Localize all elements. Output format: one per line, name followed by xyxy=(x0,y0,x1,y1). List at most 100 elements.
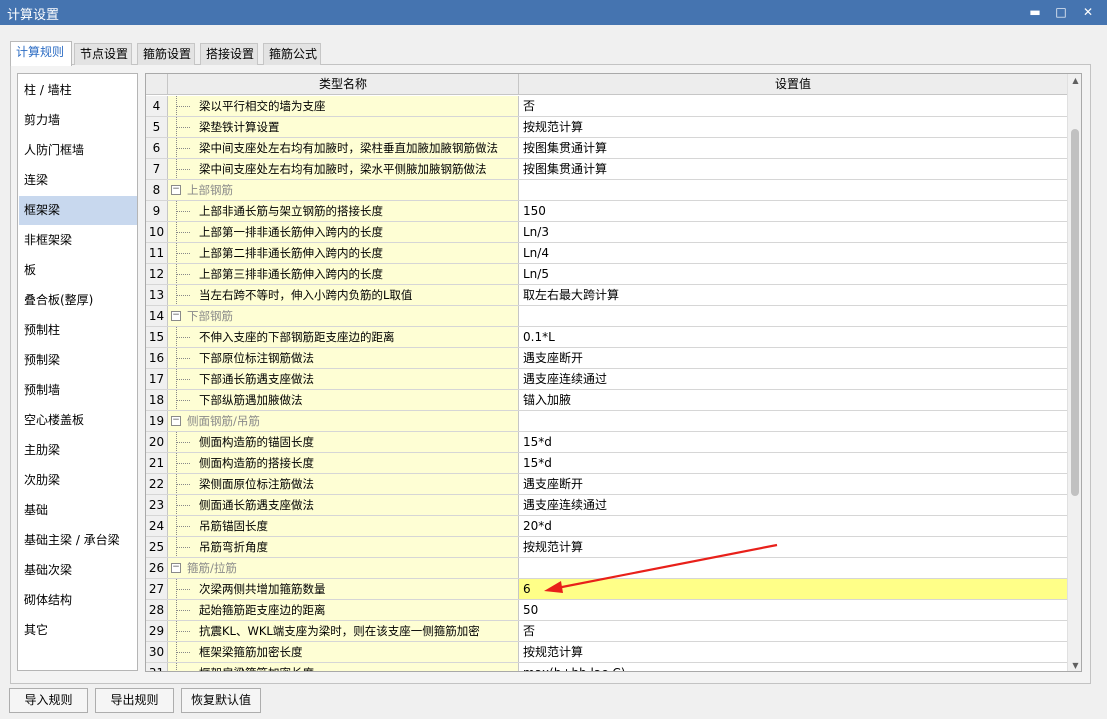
sidebar-item-precast-beam[interactable]: 预制梁 xyxy=(19,346,137,375)
table-row[interactable]: 31 框架扁梁箍筋加密长度 max(b+hb,lae,C) xyxy=(146,663,1067,671)
tab-node-settings[interactable]: 节点设置 xyxy=(74,43,132,65)
table-row[interactable]: 30 框架梁箍筋加密长度 按规范计算 xyxy=(146,642,1067,663)
setting-value-cell[interactable]: Ln/4 xyxy=(519,243,1067,263)
scroll-up-icon[interactable]: ▲ xyxy=(1068,74,1081,88)
sidebar-item-other[interactable]: 其它 xyxy=(19,616,137,645)
collapse-icon[interactable]: − xyxy=(171,185,181,195)
column-header-type-name[interactable]: 类型名称 xyxy=(168,74,519,95)
table-row[interactable]: 7 梁中间支座处左右均有加腋时，梁水平侧腋加腋钢筋做法 按图集贯通计算 xyxy=(146,159,1067,180)
tab-lap-settings[interactable]: 搭接设置 xyxy=(200,43,258,65)
group-row[interactable]: 26− 箍筋/拉筋 xyxy=(146,558,1067,579)
table-row[interactable]: 28 起始箍筋距支座边的距离 50 xyxy=(146,600,1067,621)
setting-value-cell[interactable]: 按规范计算 xyxy=(519,537,1067,557)
sidebar-item-foundation[interactable]: 基础 xyxy=(19,496,137,525)
minimize-icon[interactable]: ▬ xyxy=(1022,0,1048,25)
group-row[interactable]: 14− 下部钢筋 xyxy=(146,306,1067,327)
setting-value-cell[interactable]: 150 xyxy=(519,201,1067,221)
table-row[interactable]: 23 侧面通长筋遇支座做法 遇支座连续通过 xyxy=(146,495,1067,516)
table-row[interactable]: 25 吊筋弯折角度 按规范计算 xyxy=(146,537,1067,558)
setting-value-cell[interactable]: 20*d xyxy=(519,516,1067,536)
setting-value-cell[interactable]: 50 xyxy=(519,600,1067,620)
setting-value-cell[interactable]: Ln/3 xyxy=(519,222,1067,242)
table-row[interactable]: 18 下部纵筋遇加腋做法 锚入加腋 xyxy=(146,390,1067,411)
table-row[interactable]: 9 上部非通长筋与架立钢筋的搭接长度 150 xyxy=(146,201,1067,222)
sidebar-item-main-rib-beam[interactable]: 主肋梁 xyxy=(19,436,137,465)
setting-value-cell[interactable]: 否 xyxy=(519,96,1067,116)
row-type-name-cell: 吊筋锚固长度 xyxy=(168,516,519,536)
setting-value-cell[interactable]: 遇支座断开 xyxy=(519,474,1067,494)
export-rules-button[interactable]: 导出规则 xyxy=(95,688,174,713)
group-row[interactable]: 8− 上部钢筋 xyxy=(146,180,1067,201)
table-row[interactable]: 21 侧面构造筋的搭接长度 15*d xyxy=(146,453,1067,474)
table-row[interactable]: 22 梁侧面原位标注筋做法 遇支座断开 xyxy=(146,474,1067,495)
setting-value-cell[interactable]: 遇支座连续通过 xyxy=(519,369,1067,389)
sidebar-item-slab[interactable]: 板 xyxy=(19,256,137,285)
setting-value-cell[interactable]: 否 xyxy=(519,621,1067,641)
setting-value-cell[interactable]: 取左右最大跨计算 xyxy=(519,285,1067,305)
collapse-icon[interactable]: − xyxy=(171,416,181,426)
group-row[interactable]: 19− 侧面钢筋/吊筋 xyxy=(146,411,1067,432)
column-header-setting-value[interactable]: 设置值 xyxy=(519,74,1067,95)
table-row[interactable]: 27 次梁两侧共增加箍筋数量 6 xyxy=(146,579,1067,600)
table-row[interactable]: 13 当左右跨不等时，伸入小跨内负筋的L取值 取左右最大跨计算 xyxy=(146,285,1067,306)
row-number: 25 xyxy=(146,537,168,557)
sidebar-item-column[interactable]: 柱 / 墙柱 xyxy=(19,76,137,105)
table-row[interactable]: 6 梁中间支座处左右均有加腋时，梁柱垂直加腋加腋钢筋做法 按图集贯通计算 xyxy=(146,138,1067,159)
setting-value-cell[interactable]: 按图集贯通计算 xyxy=(519,138,1067,158)
table-row[interactable]: 4 梁以平行相交的墙为支座 否 xyxy=(146,96,1067,117)
restore-defaults-button[interactable]: 恢复默认值 xyxy=(181,688,261,713)
sidebar-item-precast-wall[interactable]: 预制墙 xyxy=(19,376,137,405)
setting-value-cell[interactable]: 遇支座连续通过 xyxy=(519,495,1067,515)
scroll-down-icon[interactable]: ▼ xyxy=(1068,659,1081,671)
table-row[interactable]: 17 下部通长筋遇支座做法 遇支座连续通过 xyxy=(146,369,1067,390)
sidebar-item-foundation-main-beam[interactable]: 基础主梁 / 承台梁 xyxy=(19,526,137,555)
close-icon[interactable]: ✕ xyxy=(1075,0,1101,25)
row-type-name-cell: 起始箍筋距支座边的距离 xyxy=(168,600,519,620)
table-row[interactable]: 16 下部原位标注钢筋做法 遇支座断开 xyxy=(146,348,1067,369)
sidebar-item-frame-beam[interactable]: 框架梁 xyxy=(19,196,137,225)
sidebar-item-non-frame-beam[interactable]: 非框架梁 xyxy=(19,226,137,255)
setting-value-cell[interactable]: 15*d xyxy=(519,453,1067,473)
table-row[interactable]: 15 不伸入支座的下部钢筋距支座边的距离 0.1*L xyxy=(146,327,1067,348)
row-number: 24 xyxy=(146,516,168,536)
sidebar-item-precast-column[interactable]: 预制柱 xyxy=(19,316,137,345)
sidebar-item-masonry[interactable]: 砌体结构 xyxy=(19,586,137,615)
setting-value-cell[interactable]: 锚入加腋 xyxy=(519,390,1067,410)
setting-value-cell[interactable]: 6 xyxy=(519,579,1067,599)
scrollbar-thumb[interactable] xyxy=(1071,129,1079,496)
sidebar-item-secondary-rib-beam[interactable]: 次肋梁 xyxy=(19,466,137,495)
setting-name: 抗震KL、WKL端支座为梁时，则在该支座一侧箍筋加密 xyxy=(199,624,480,638)
setting-value-cell[interactable]: 15*d xyxy=(519,432,1067,452)
row-type-name-cell: 侧面构造筋的锚固长度 xyxy=(168,432,519,452)
vertical-scrollbar[interactable]: ▲ ▼ xyxy=(1067,74,1081,671)
sidebar-item-shear-wall[interactable]: 剪力墙 xyxy=(19,106,137,135)
row-type-name-cell: 当左右跨不等时，伸入小跨内负筋的L取值 xyxy=(168,285,519,305)
table-row[interactable]: 12 上部第三排非通长筋伸入跨内的长度 Ln/5 xyxy=(146,264,1067,285)
collapse-icon[interactable]: − xyxy=(171,311,181,321)
table-row[interactable]: 10 上部第一排非通长筋伸入跨内的长度 Ln/3 xyxy=(146,222,1067,243)
table-row[interactable]: 11 上部第二排非通长筋伸入跨内的长度 Ln/4 xyxy=(146,243,1067,264)
sidebar-item-hollow-slab[interactable]: 空心楼盖板 xyxy=(19,406,137,435)
import-rules-button[interactable]: 导入规则 xyxy=(9,688,88,713)
setting-value-cell[interactable]: 按规范计算 xyxy=(519,117,1067,137)
setting-value-cell[interactable]: max(b+hb,lae,C) xyxy=(519,663,1067,671)
maximize-icon[interactable]: □ xyxy=(1048,0,1074,25)
collapse-icon[interactable]: − xyxy=(171,563,181,573)
setting-value-cell[interactable]: Ln/5 xyxy=(519,264,1067,284)
tab-stirrup-settings[interactable]: 箍筋设置 xyxy=(137,43,195,65)
sidebar-item-civil-defense-door[interactable]: 人防门框墙 xyxy=(19,136,137,165)
tree-line-horizontal xyxy=(176,442,190,443)
table-row[interactable]: 29 抗震KL、WKL端支座为梁时，则在该支座一侧箍筋加密 否 xyxy=(146,621,1067,642)
tab-calc-rules[interactable]: 计算规则 xyxy=(10,41,72,66)
tab-stirrup-formula[interactable]: 箍筋公式 xyxy=(263,43,321,65)
sidebar-item-foundation-secondary-beam[interactable]: 基础次梁 xyxy=(19,556,137,585)
table-row[interactable]: 24 吊筋锚固长度 20*d xyxy=(146,516,1067,537)
sidebar-item-composite-slab[interactable]: 叠合板(整厚) xyxy=(19,286,137,315)
setting-value-cell[interactable]: 遇支座断开 xyxy=(519,348,1067,368)
setting-value-cell[interactable]: 按图集贯通计算 xyxy=(519,159,1067,179)
setting-value-cell[interactable]: 0.1*L xyxy=(519,327,1067,347)
table-row[interactable]: 20 侧面构造筋的锚固长度 15*d xyxy=(146,432,1067,453)
setting-value-cell[interactable]: 按规范计算 xyxy=(519,642,1067,662)
table-row[interactable]: 5 梁垫铁计算设置 按规范计算 xyxy=(146,117,1067,138)
sidebar-item-coupling-beam[interactable]: 连梁 xyxy=(19,166,137,195)
